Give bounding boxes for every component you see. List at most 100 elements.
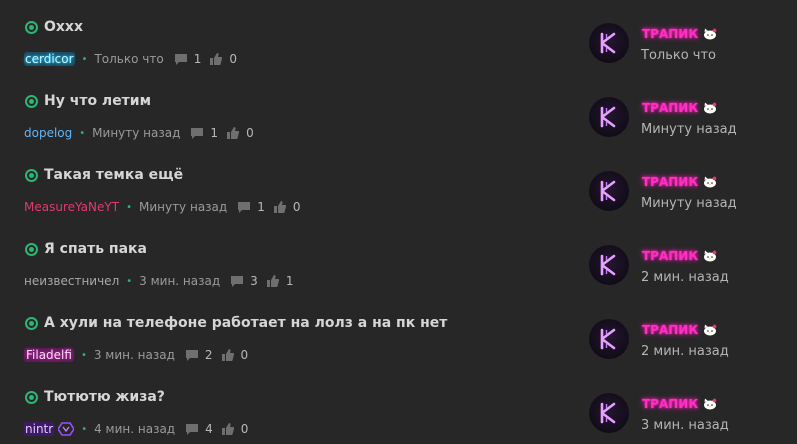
thread-meta: cerdicor • Только что 1 0: [24, 51, 237, 67]
last-poster-name[interactable]: ТРАПИК: [642, 397, 698, 411]
k-logo-icon: [600, 32, 616, 54]
thread-item: Тютютю жиза? nintr • 4 мин. назад 4 0 ТР…: [0, 378, 797, 444]
thread-time: Только что: [94, 52, 164, 66]
thread-time: 4 мин. назад: [94, 422, 176, 436]
thumbs-up-icon: [273, 201, 286, 213]
last-post-time: Минуту назад: [641, 196, 737, 211]
thread-meta: nintr • 4 мин. назад 4 0: [24, 421, 248, 437]
k-logo-icon: [600, 180, 616, 202]
reply-count: 1: [210, 126, 219, 140]
last-poster-avatar[interactable]: [589, 245, 629, 285]
last-poster-name[interactable]: ТРАПИК: [642, 27, 698, 41]
thumbs-up-icon: [221, 423, 234, 435]
purple-hexagon-icon: [58, 422, 75, 436]
thread-meta: dopelog • Минуту назад 1 0: [24, 125, 254, 141]
like-count: 0: [292, 200, 301, 214]
last-poster[interactable]: ТРАПИК: [642, 323, 717, 337]
thread-meta: неизвестничел • 3 мин. назад 3 1: [24, 273, 293, 289]
separator-dot: •: [81, 53, 88, 65]
unread-status-icon: [25, 317, 38, 330]
k-logo-icon: [600, 328, 616, 350]
thread-item: Ну что летим dopelog • Минуту назад 1 0 …: [0, 82, 797, 156]
hello-kitty-icon: [704, 250, 717, 262]
thread-item: Я спать пака неизвестничел • 3 мин. наза…: [0, 230, 797, 304]
last-poster-name[interactable]: ТРАПИК: [642, 101, 698, 115]
thumbs-up-icon: [221, 349, 234, 361]
last-poster-avatar[interactable]: [589, 319, 629, 359]
separator-dot: •: [126, 201, 132, 213]
thread-author[interactable]: MeasureYaNeYT: [24, 200, 119, 214]
comment-icon: [186, 423, 199, 435]
thread-author[interactable]: неизвестничел: [24, 274, 119, 288]
last-post-time: 3 мин. назад: [641, 418, 729, 433]
thread-title[interactable]: Oxxx: [44, 19, 83, 35]
last-poster-name[interactable]: ТРАПИК: [642, 323, 698, 337]
thumbs-up-icon: [266, 275, 279, 287]
thread-item: А хули на телефоне работает на лолз а на…: [0, 304, 797, 378]
last-poster[interactable]: ТРАПИК: [642, 249, 717, 263]
comment-icon: [191, 127, 204, 139]
last-post-time: Только что: [641, 48, 717, 63]
separator-dot: •: [80, 349, 87, 361]
thread-author[interactable]: cerdicor: [24, 52, 75, 66]
thread-title[interactable]: Тютютю жиза?: [44, 389, 165, 405]
last-poster[interactable]: ТРАПИК: [642, 101, 717, 115]
thread-title[interactable]: А хули на телефоне работает на лолз а на…: [44, 315, 447, 331]
unread-status-icon: [25, 95, 38, 108]
hello-kitty-icon: [704, 176, 717, 188]
separator-dot: •: [126, 275, 133, 287]
k-logo-icon: [600, 106, 616, 128]
thread-time: 3 мин. назад: [139, 274, 221, 288]
last-poster[interactable]: ТРАПИК: [642, 175, 717, 189]
thread-title[interactable]: Я спать пака: [44, 241, 147, 257]
like-count: 0: [240, 422, 249, 436]
last-poster-avatar[interactable]: [589, 393, 629, 433]
comment-icon: [185, 349, 198, 361]
thread-title[interactable]: Такая темка ещё: [44, 167, 183, 183]
thread-time: Минуту назад: [138, 200, 228, 214]
thumbs-up-icon: [210, 53, 223, 65]
unread-status-icon: [25, 243, 38, 256]
separator-dot: •: [81, 423, 88, 435]
thread-item: Такая темка ещё MeasureYaNeYT • Минуту н…: [0, 156, 797, 230]
thread-item: Oxxx cerdicor • Только что 1 0 ТРАПИК То…: [0, 8, 797, 82]
reply-count: 3: [250, 274, 258, 288]
like-count: 0: [229, 52, 237, 66]
thread-title[interactable]: Ну что летим: [44, 93, 151, 109]
thread-time: 3 мин. назад: [93, 348, 175, 362]
reply-count: 1: [193, 52, 202, 66]
comment-icon: [238, 201, 251, 213]
unread-status-icon: [25, 21, 38, 34]
reply-count: 1: [257, 200, 265, 214]
thread-list: Oxxx cerdicor • Только что 1 0 ТРАПИК То…: [0, 0, 797, 444]
thread-author[interactable]: Filadelfi: [24, 348, 74, 362]
last-poster-name[interactable]: ТРАПИК: [642, 249, 698, 263]
like-count: 1: [285, 274, 294, 288]
thread-author[interactable]: nintr: [24, 422, 55, 436]
thread-meta: Filadelfi • 3 мин. назад 2 0: [24, 347, 248, 363]
comment-icon: [231, 275, 244, 287]
reply-count: 2: [204, 348, 213, 362]
last-post-time: 2 мин. назад: [641, 344, 729, 359]
hello-kitty-icon: [704, 324, 717, 336]
last-poster-name[interactable]: ТРАПИК: [642, 175, 698, 189]
hello-kitty-icon: [704, 102, 717, 114]
last-poster[interactable]: ТРАПИК: [642, 27, 717, 41]
thread-author[interactable]: dopelog: [24, 126, 72, 140]
last-poster-avatar[interactable]: [589, 97, 629, 137]
last-post-time: 2 мин. назад: [641, 270, 729, 285]
last-poster-avatar[interactable]: [589, 171, 629, 211]
like-count: 0: [246, 126, 254, 140]
comment-icon: [174, 53, 187, 65]
thread-meta: MeasureYaNeYT • Минуту назад 1 0: [24, 199, 301, 215]
last-poster-avatar[interactable]: [589, 23, 629, 63]
reply-count: 4: [205, 422, 213, 436]
last-poster[interactable]: ТРАПИК: [642, 397, 717, 411]
hello-kitty-icon: [704, 28, 717, 40]
like-count: 0: [240, 348, 249, 362]
hello-kitty-icon: [704, 398, 717, 410]
unread-status-icon: [25, 169, 38, 182]
last-post-time: Минуту назад: [641, 122, 737, 137]
k-logo-icon: [600, 254, 616, 276]
thread-time: Минуту назад: [92, 126, 181, 140]
